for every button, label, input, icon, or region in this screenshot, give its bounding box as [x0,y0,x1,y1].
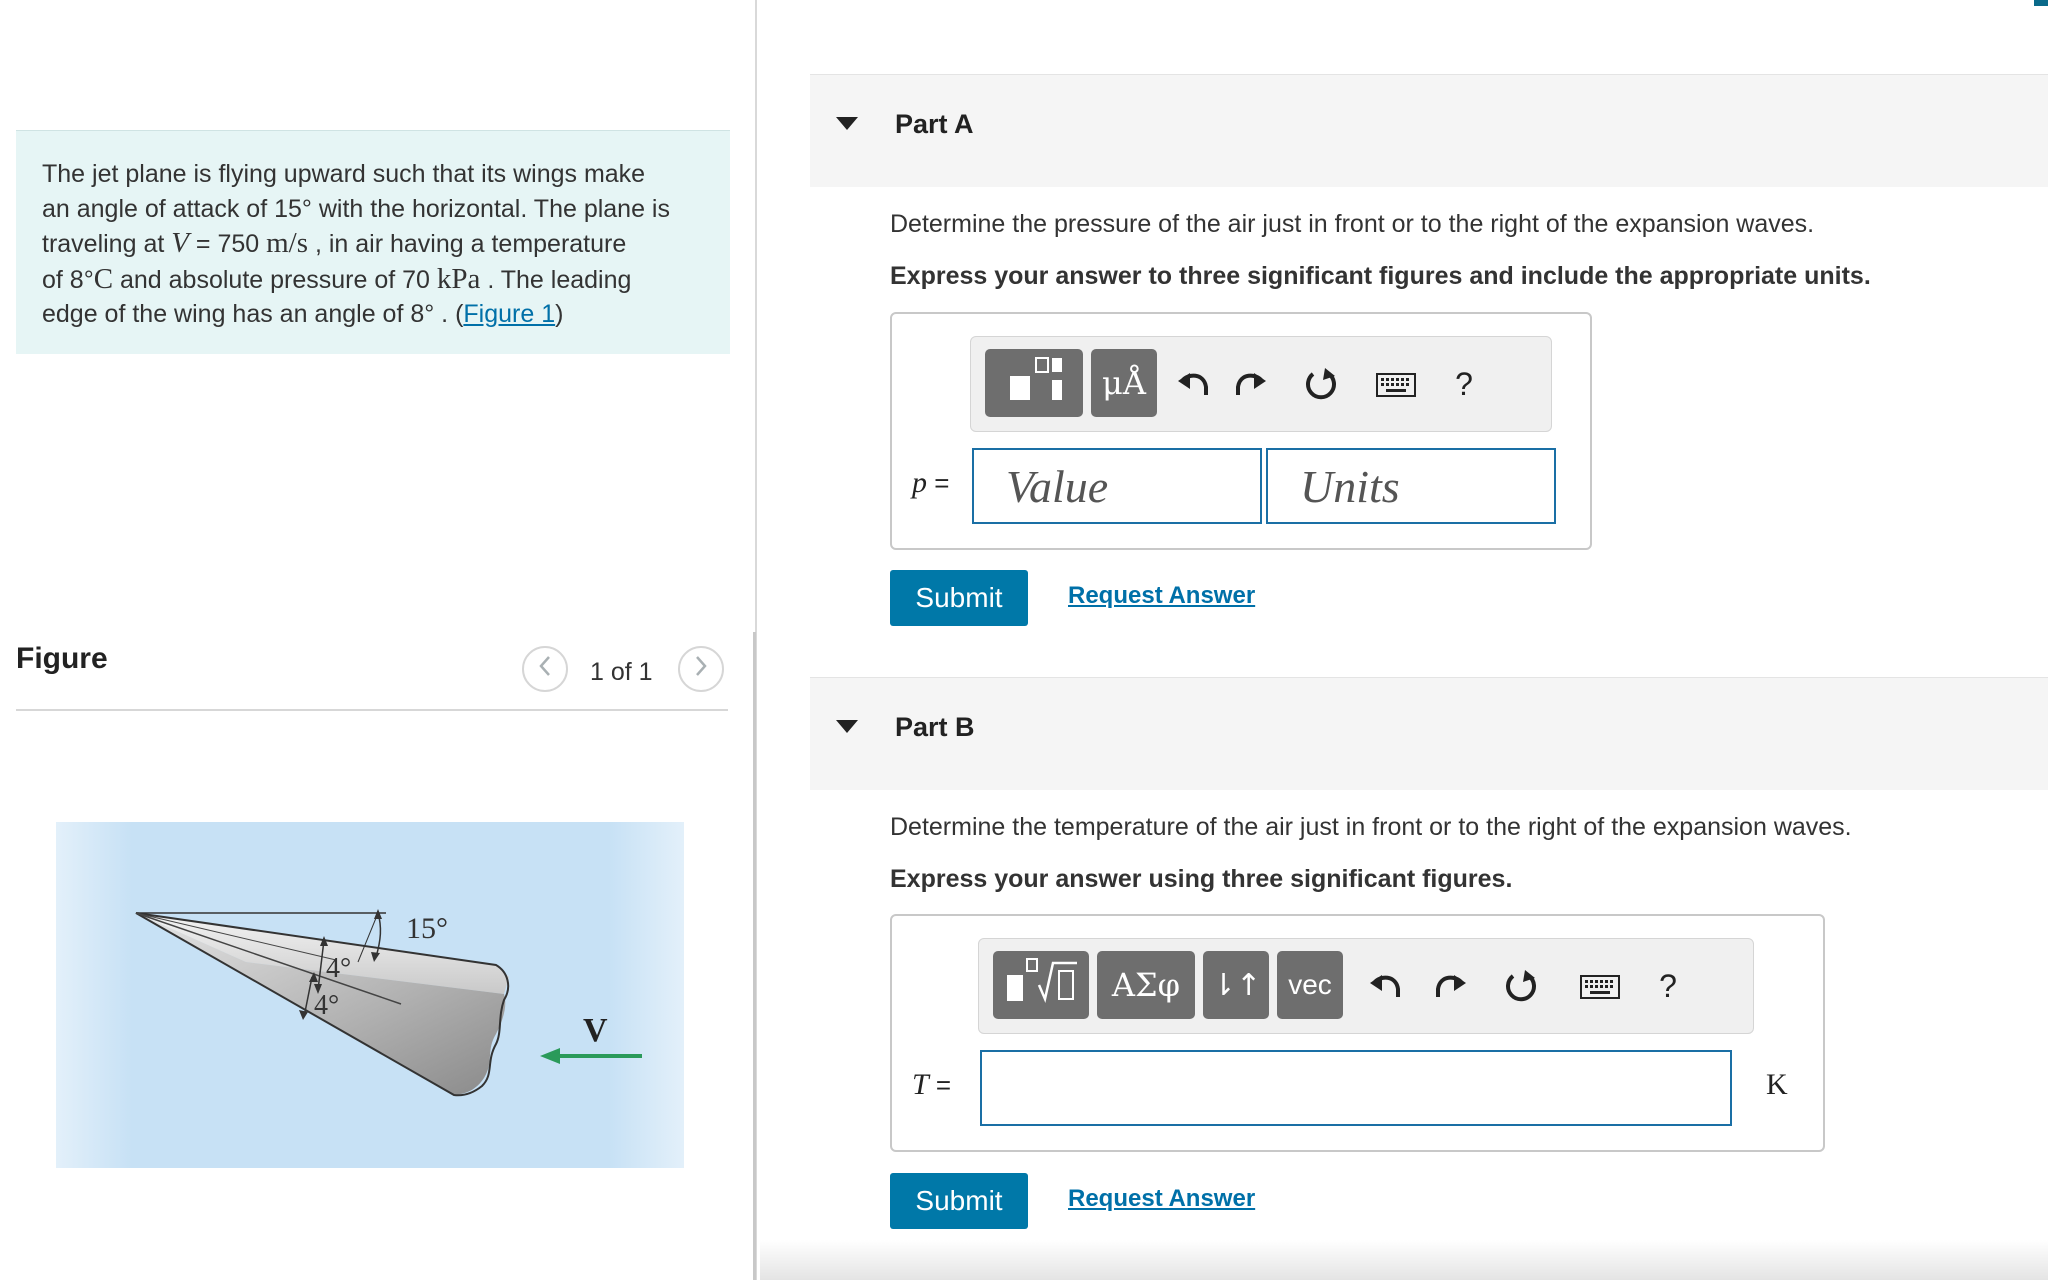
problem-line: an angle of attack of 15° with the horiz… [42,194,670,223]
undo-icon[interactable] [1169,361,1217,407]
part-a-question: Determine the pressure of the air just i… [890,210,1815,238]
pressure-variable-label: p = [912,466,949,500]
problem-statement: The jet plane is flying upward such that… [16,130,730,354]
part-b-header[interactable]: Part B [810,677,2048,790]
angle-15-label: 15° [406,912,448,945]
corner-indicator [2034,0,2048,6]
figure-image: 15° 4° 4° V [56,822,684,1168]
part-a-instruction: Express your answer to three significant… [890,262,1871,290]
reset-icon[interactable] [1497,963,1545,1009]
part-b-question: Determine the temperature of the air jus… [890,813,1852,841]
part-a-title: Part A [895,109,974,139]
value-input[interactable]: Value [972,448,1262,524]
units-button[interactable]: μÅ [1091,349,1157,417]
help-button[interactable]: ? [1645,963,1691,1009]
units-input[interactable]: Units [1266,448,1556,524]
problem-line: The jet plane is flying upward such that… [42,160,646,188]
figure-title: Figure [16,642,108,675]
temperature-unit-label: K [1766,1068,1788,1101]
pressure-unit: kPa [436,262,481,295]
figure-counter: 1 of 1 [590,658,653,686]
arrows-label: ⇂↑ [1210,967,1262,1003]
figure-divider [16,709,728,711]
problem-line: , in air having a temperature [308,230,627,258]
panel-resize-handle[interactable] [753,632,756,1280]
part-b-title: Part B [895,712,975,742]
temperature-variable-label: T = [912,1068,951,1102]
undo-icon[interactable] [1361,963,1409,1009]
subscript-superscript-button[interactable]: ⇂↑ [1203,951,1269,1019]
vec-label: vec [1288,969,1332,1000]
angle-4-upper-label: 4° [326,953,351,984]
keyboard-icon[interactable] [1371,363,1421,407]
figure-next-button[interactable] [678,646,724,692]
part-b-instruction: Express your answer using three signific… [890,865,1513,893]
problem-line: ) [555,300,564,328]
temperature-value: of 8° [42,265,94,294]
figure-link[interactable]: Figure 1 [463,300,555,328]
problem-line: edge of the wing has an angle of 8° . ( [42,300,464,328]
part-a-answer-box: μÅ ? p = Value Units [890,312,1592,550]
units-label: μÅ [1102,364,1146,402]
redo-icon[interactable] [1227,361,1275,407]
fraction-template-icon [1004,354,1064,412]
part-b-submit-button[interactable]: Submit [890,1173,1028,1229]
redo-icon[interactable] [1427,963,1475,1009]
help-button[interactable]: ? [1441,361,1487,407]
sqrt-template-icon [1003,957,1079,1013]
problem-text: The jet plane is flying upward such that… [42,157,722,332]
part-b-toolbar: ΑΣφ ⇂↑ vec ? [978,938,1754,1034]
problem-line: . The leading [480,265,632,294]
collapse-caret-icon [836,720,858,733]
jet-wing-diagram: 15° 4° 4° V [56,822,684,1168]
pressure-variable: p [912,466,927,499]
problem-line: traveling at [42,230,172,258]
template-button[interactable] [993,951,1089,1019]
part-a-toolbar: μÅ ? [970,336,1552,432]
vector-button[interactable]: vec [1277,951,1343,1019]
equals-sign: = [928,1070,952,1100]
scroll-fade [760,1240,2048,1280]
chevron-right-icon [694,654,708,685]
collapse-caret-icon [836,117,858,130]
temperature-input[interactable] [980,1050,1732,1126]
part-a-submit-button[interactable]: Submit [890,570,1028,626]
velocity-symbol: V [171,227,189,259]
keyboard-icon[interactable] [1575,965,1625,1009]
figure-prev-button[interactable] [522,646,568,692]
reset-icon[interactable] [1297,361,1345,407]
part-a-request-answer-link[interactable]: Request Answer [1068,582,1255,610]
velocity-value: = 750 [188,230,267,258]
part-b-request-answer-link[interactable]: Request Answer [1068,1185,1255,1213]
angle-4-lower-label: 4° [314,990,339,1021]
equals-sign: = [927,468,950,498]
chevron-left-icon [538,654,552,685]
part-a-header[interactable]: Part A [810,74,2048,187]
part-b-answer-box: ΑΣφ ⇂↑ vec ? T = K [890,914,1825,1152]
greek-symbols-button[interactable]: ΑΣφ [1097,951,1195,1019]
velocity-unit: m/s [266,227,309,259]
temperature-unit: C [93,262,114,295]
velocity-label: V [583,1012,608,1049]
template-button[interactable] [985,349,1083,417]
greek-label: ΑΣφ [1111,966,1181,1004]
problem-line: and absolute pressure of 70 [113,265,437,294]
temperature-variable: T [912,1068,929,1101]
